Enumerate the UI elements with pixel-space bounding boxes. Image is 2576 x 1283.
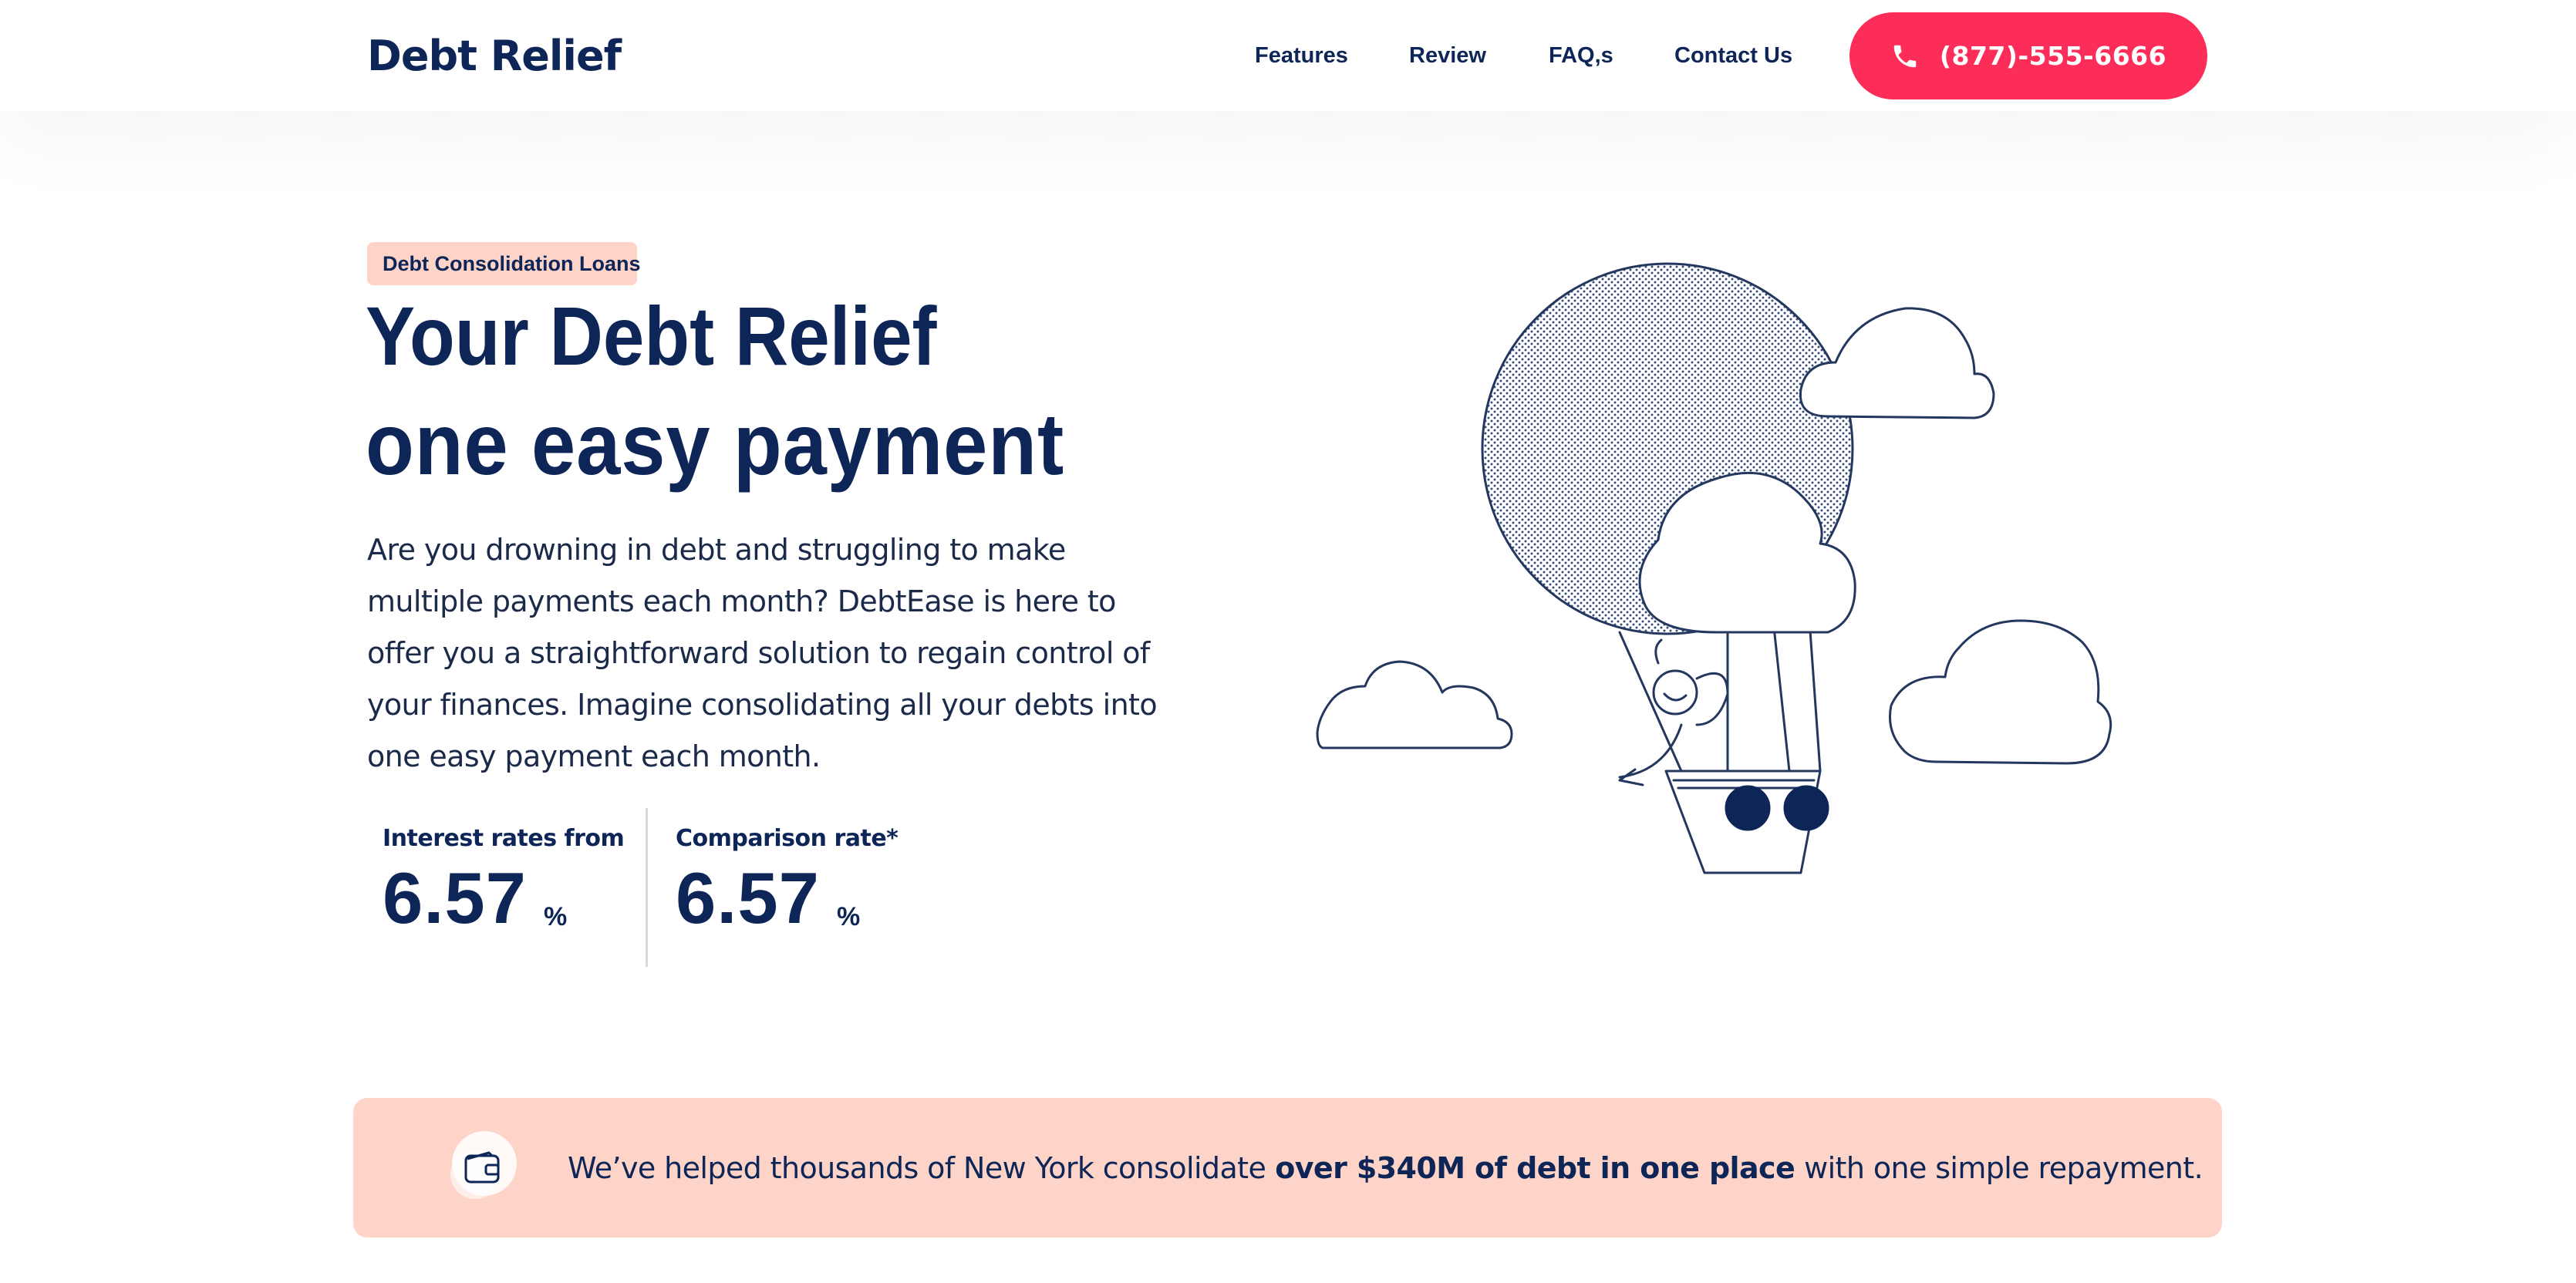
logo[interactable]: Debt Relief (367, 29, 622, 83)
site-header: Debt Relief Features Review FAQ,s Contac… (0, 0, 2576, 111)
stat-label: Interest rates from (383, 825, 625, 852)
call-phone-button[interactable]: (877)-555-6666 (1849, 12, 2207, 99)
hot-air-balloon-illustration (1316, 262, 2112, 874)
stat-unit: % (543, 902, 568, 931)
stat-comparison-rate: Comparison rate* 6.57 % (676, 825, 899, 938)
category-badge: Debt Consolidation Loans (367, 242, 641, 285)
nav-faqs[interactable]: FAQ,s (1549, 39, 1613, 72)
stat-value: 6.57 (676, 857, 820, 938)
hero-description: Are you drowning in debt and struggling … (367, 533, 1158, 773)
stat-unit: % (836, 902, 861, 931)
banner-text-before: We’ve helped thousands of New York conso… (568, 1150, 1266, 1185)
phone-number-label: (877)-555-6666 (1939, 41, 2167, 71)
wallet-icon (450, 1131, 517, 1199)
nav-review[interactable]: Review (1409, 39, 1486, 72)
hero-title-line2: one easy payment (366, 396, 1065, 493)
banner-text-after: with one simple repayment. (1804, 1150, 2203, 1185)
nav-contact-us[interactable]: Contact Us (1674, 39, 1792, 72)
stat-label: Comparison rate* (676, 825, 899, 852)
nav-features[interactable]: Features (1255, 39, 1348, 72)
stats-banner: We’ve helped thousands of New York conso… (353, 1098, 2222, 1238)
banner-text-highlight: over $340M of debt in one place (1275, 1150, 1795, 1185)
stat-value: 6.57 (383, 857, 527, 938)
banner-message: We’ve helped thousands of New York conso… (568, 1098, 2203, 1238)
stat-interest-rate: Interest rates from 6.57 % (383, 825, 625, 938)
hero-title-line1: Your Debt Relief (366, 289, 937, 382)
stat-divider (646, 808, 648, 967)
phone-icon (1890, 42, 1920, 71)
